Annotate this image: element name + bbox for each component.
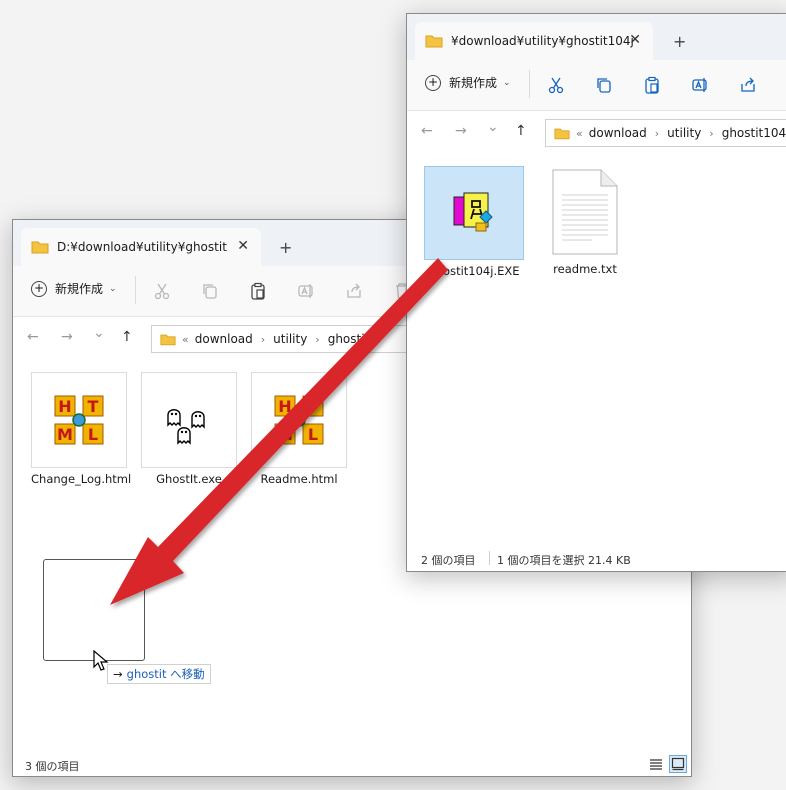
drag-direction-arrow xyxy=(110,258,448,605)
